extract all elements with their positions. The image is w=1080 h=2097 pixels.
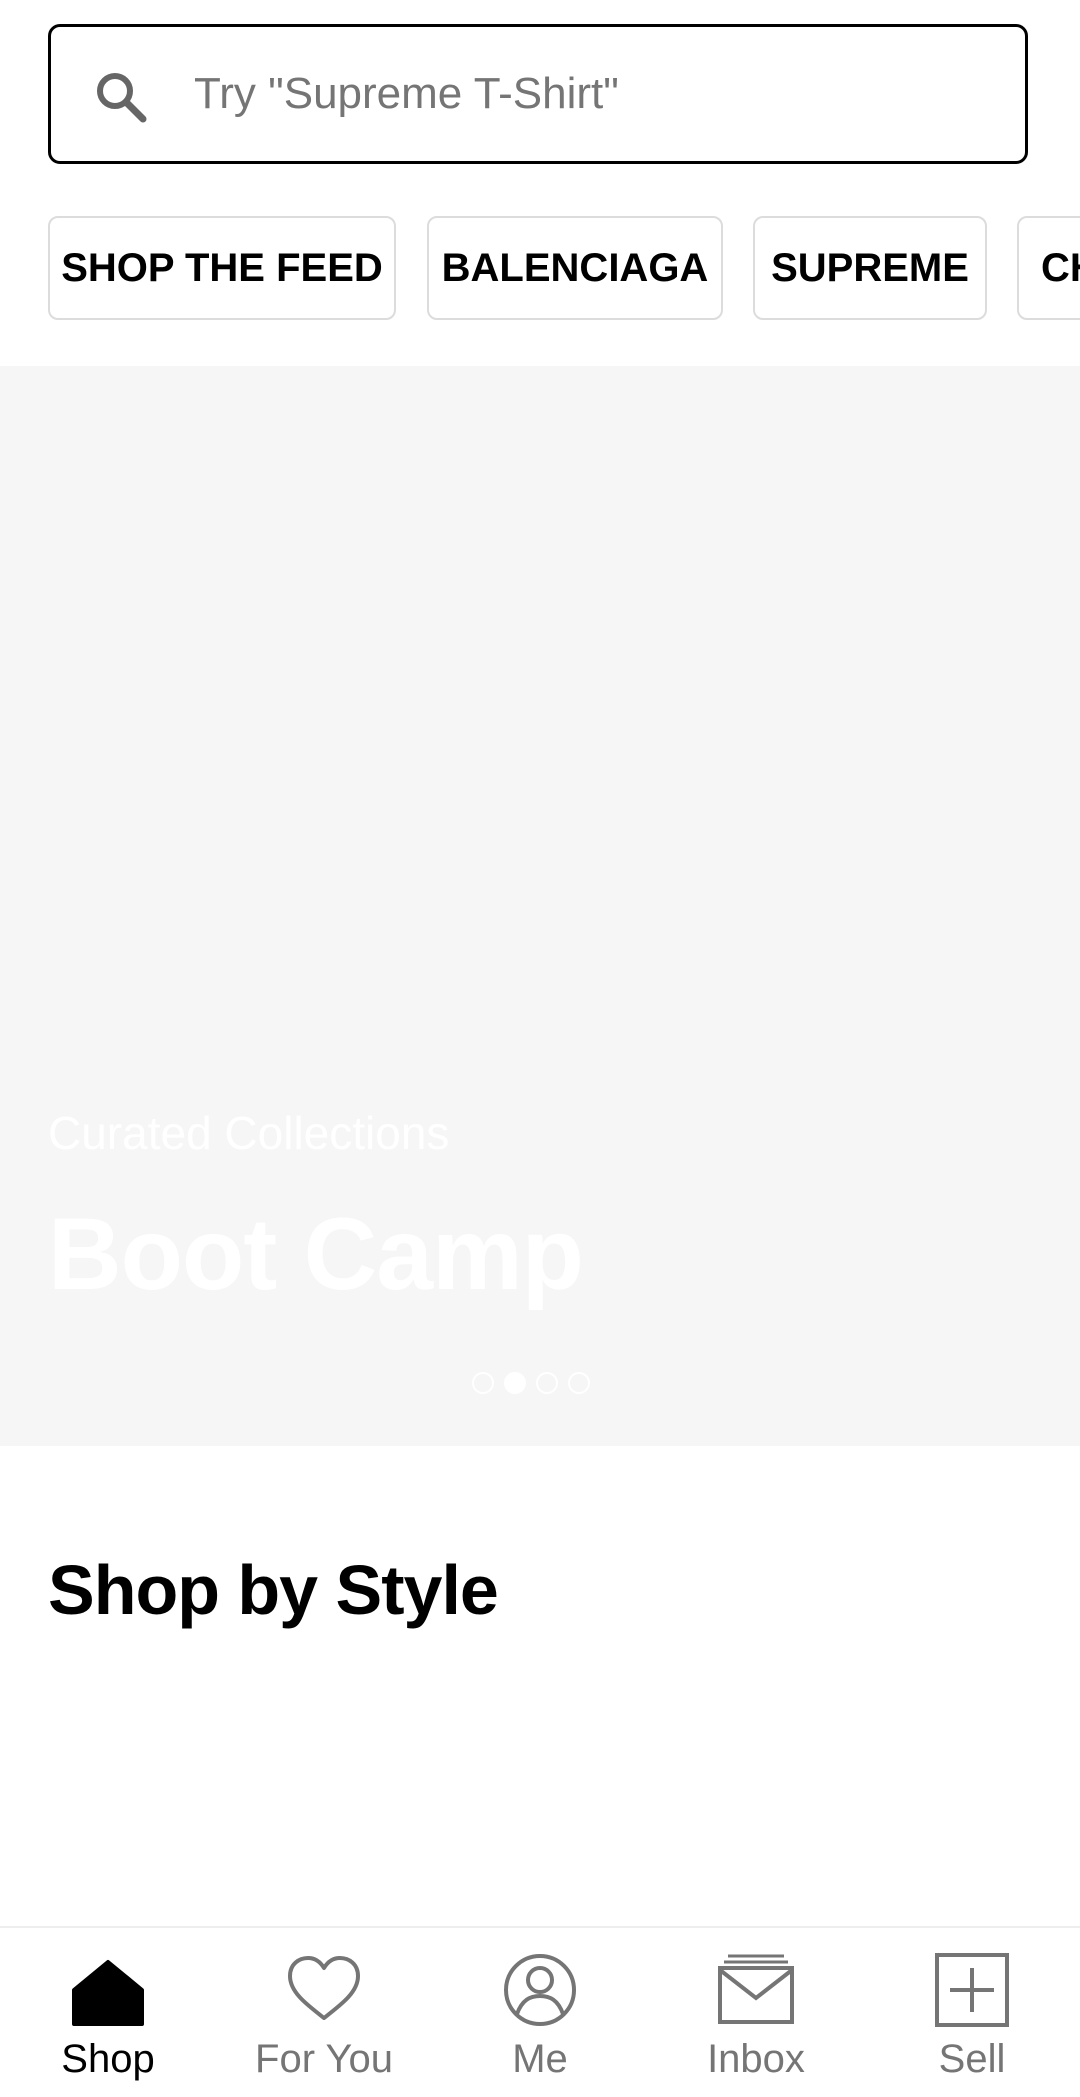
nav-shop[interactable]: Shop <box>0 1928 216 2097</box>
search-bar[interactable]: Try "Supreme T-Shirt" <box>48 24 1028 164</box>
chip-shop-the-feed[interactable]: SHOP THE FEED <box>48 216 396 320</box>
home-icon <box>70 1952 146 2028</box>
section-heading: Shop by Style <box>48 1551 499 1629</box>
nav-label: For You <box>255 2037 393 2081</box>
hero-subtitle: Curated Collections <box>48 1107 450 1159</box>
search-input[interactable]: Try "Supreme T-Shirt" <box>194 27 619 161</box>
nav-me[interactable]: Me <box>432 1928 648 2097</box>
search-icon <box>91 67 151 127</box>
carousel-dot[interactable] <box>568 1372 590 1394</box>
heart-icon <box>286 1952 362 2028</box>
carousel-dot[interactable] <box>472 1372 494 1394</box>
bottom-nav: Shop For You Me Inbox Sell <box>0 1926 1080 2097</box>
carousel-indicator <box>472 1372 590 1398</box>
nav-inbox[interactable]: Inbox <box>648 1928 864 2097</box>
carousel-dot-active[interactable] <box>504 1372 526 1394</box>
nav-label: Me <box>512 2037 568 2081</box>
profile-icon <box>502 1952 578 2028</box>
hero-banner[interactable]: Curated Collections Boot Camp <box>0 366 1080 1446</box>
nav-label: Inbox <box>707 2037 805 2081</box>
chip-supreme[interactable]: SUPREME <box>753 216 987 320</box>
plus-square-icon <box>934 1952 1010 2028</box>
chip-partial[interactable]: CH <box>1017 216 1080 320</box>
nav-label: Shop <box>61 2037 155 2081</box>
nav-sell[interactable]: Sell <box>864 1928 1080 2097</box>
hero-title: Boot Camp <box>48 1197 584 1311</box>
category-chips: SHOP THE FEED BALENCIAGA SUPREME CH <box>0 216 1080 320</box>
chip-balenciaga[interactable]: BALENCIAGA <box>427 216 723 320</box>
mail-icon <box>718 1952 794 2028</box>
carousel-dot[interactable] <box>536 1372 558 1394</box>
nav-for-you[interactable]: For You <box>216 1928 432 2097</box>
nav-label: Sell <box>938 2037 1006 2081</box>
